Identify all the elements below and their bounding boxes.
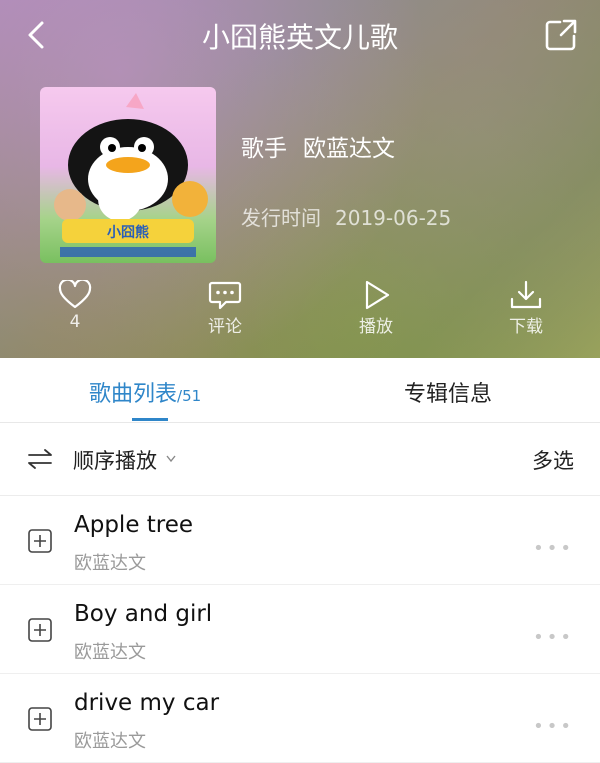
multi-select-button[interactable]: 多选: [532, 445, 574, 475]
comment-button[interactable]: 评论: [175, 280, 275, 337]
artist-name[interactable]: 欧蓝达文: [303, 136, 395, 162]
share-icon[interactable]: [544, 18, 578, 52]
svg-text:小囧熊: 小囧熊: [107, 224, 149, 241]
play-mode-bar: 顺序播放 多选: [0, 423, 600, 496]
chevron-down-icon[interactable]: [166, 455, 176, 463]
download-label: 下载: [509, 317, 543, 337]
song-artist: 欧蓝达文: [74, 553, 146, 574]
album-art-image: 小囧熊: [54, 93, 208, 257]
tab-bar: 歌曲列表/51 专辑信息: [0, 358, 600, 423]
sequential-play-icon[interactable]: [27, 448, 53, 470]
play-button[interactable]: 播放: [326, 280, 426, 337]
add-icon[interactable]: [28, 707, 52, 731]
album-header: 小囧熊英文儿歌 小囧熊 歌手 欧蓝达文 发行时间 2019-06-25 4 评论…: [0, 0, 600, 358]
song-title: Apple tree: [74, 512, 194, 538]
play-mode-label[interactable]: 顺序播放: [73, 445, 157, 475]
tab-album-info[interactable]: 专辑信息: [404, 376, 492, 408]
list-item[interactable]: Apple tree 欧蓝达文 •••: [0, 496, 600, 585]
heart-icon: [58, 280, 92, 309]
top-bar: 小囧熊英文儿歌: [0, 0, 600, 72]
album-cover[interactable]: 小囧熊: [40, 87, 216, 263]
artist-line[interactable]: 歌手 欧蓝达文: [241, 129, 395, 163]
song-artist: 欧蓝达文: [74, 731, 146, 752]
release-date: 2019-06-25: [335, 206, 452, 230]
action-bar: 4 评论 播放 下载: [0, 280, 600, 342]
like-button[interactable]: 4: [25, 280, 125, 332]
comment-label: 评论: [208, 317, 242, 337]
song-list: Apple tree 欧蓝达文 ••• Boy and girl 欧蓝达文 ••…: [0, 496, 600, 763]
artist-label: 歌手: [241, 136, 287, 162]
tab-song-list[interactable]: 歌曲列表/51: [89, 376, 201, 408]
list-item[interactable]: Boy and girl 欧蓝达文 •••: [0, 585, 600, 674]
like-count: 4: [69, 312, 81, 332]
add-icon[interactable]: [28, 529, 52, 553]
add-icon[interactable]: [28, 618, 52, 642]
song-title: drive my car: [74, 690, 220, 716]
page-title: 小囧熊英文儿歌: [201, 21, 398, 54]
release-line: 发行时间 2019-06-25: [241, 202, 451, 231]
more-icon[interactable]: •••: [533, 716, 574, 737]
release-label: 发行时间: [241, 206, 321, 230]
song-title: Boy and girl: [74, 601, 213, 627]
more-icon[interactable]: •••: [533, 538, 574, 559]
play-label: 播放: [359, 317, 393, 337]
download-button[interactable]: 下载: [476, 280, 576, 337]
more-icon[interactable]: •••: [533, 627, 574, 648]
song-count: /51: [177, 387, 202, 405]
comment-icon: [208, 281, 242, 310]
song-artist: 欧蓝达文: [74, 642, 146, 663]
play-icon: [365, 280, 390, 310]
download-icon: [510, 280, 542, 309]
list-item[interactable]: drive my car 欧蓝达文 •••: [0, 674, 600, 763]
tab-song-list-label: 歌曲列表: [89, 382, 178, 407]
active-tab-indicator: [132, 418, 168, 421]
